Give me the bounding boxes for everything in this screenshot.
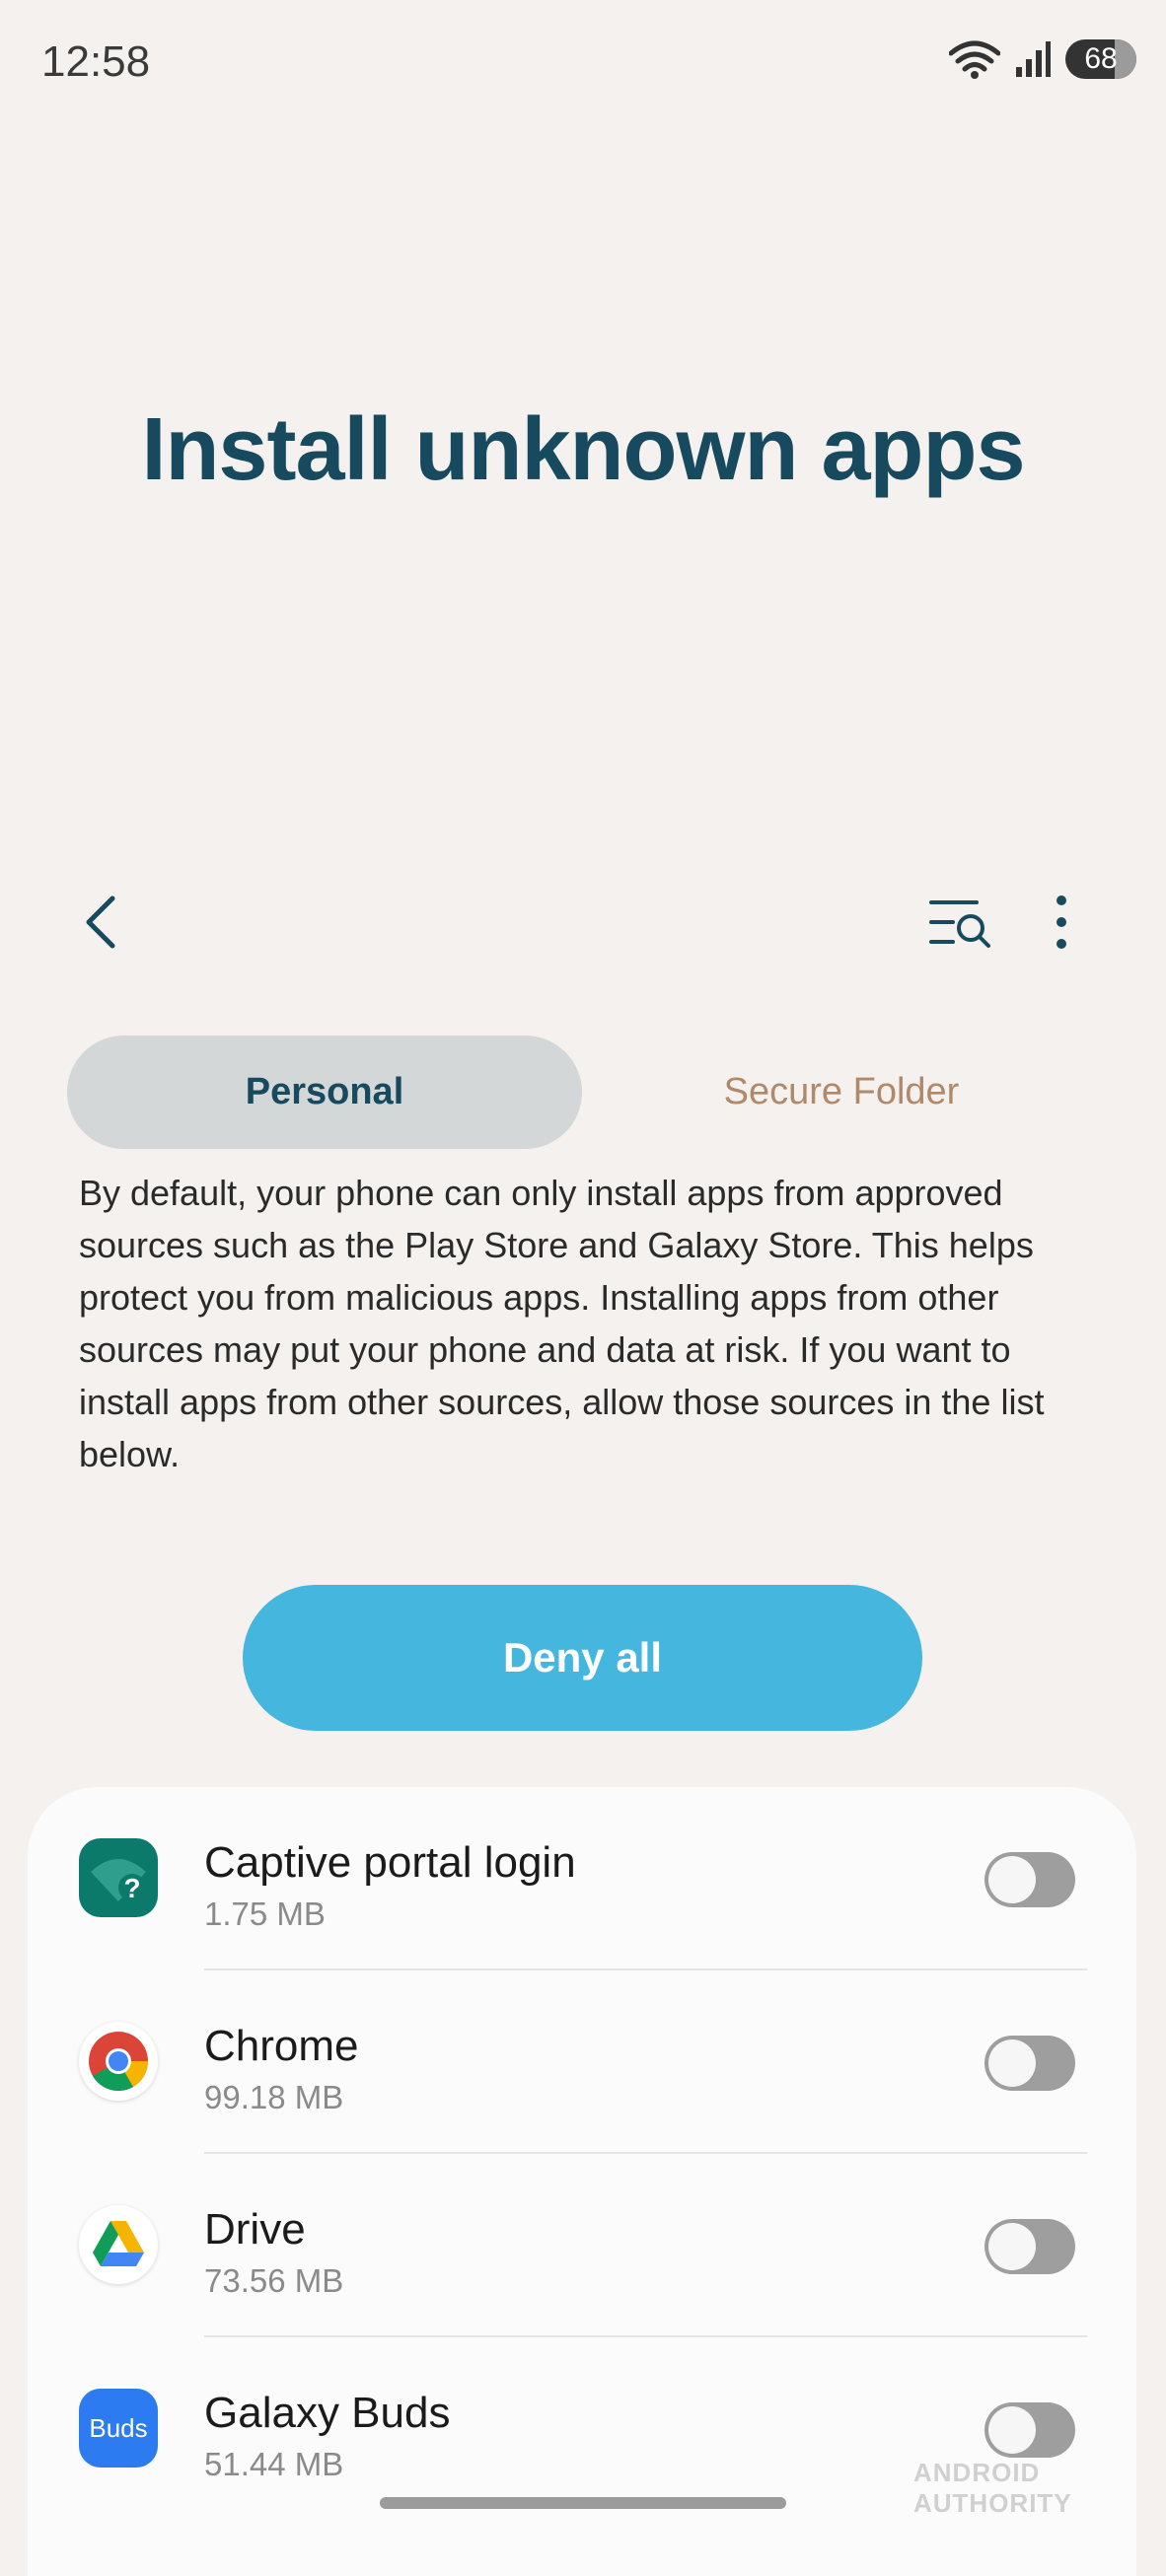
galaxy-buds-icon: Buds [79, 2389, 158, 2468]
app-size: 51.44 MB [204, 2446, 344, 2482]
status-icons: 68 [949, 39, 1136, 79]
profile-tabs: Personal Secure Folder [67, 1036, 1099, 1149]
status-time: 12:58 [41, 37, 151, 86]
app-size: 99.18 MB [204, 2079, 344, 2115]
battery-indicator: 68 [1065, 39, 1136, 79]
deny-all-button[interactable]: Deny all [243, 1585, 922, 1731]
home-indicator[interactable] [380, 2497, 786, 2509]
allow-toggle[interactable] [984, 2036, 1075, 2091]
toggle-knob [988, 2039, 1036, 2087]
tab-personal[interactable]: Personal [67, 1036, 582, 1149]
more-vertical-icon [1057, 895, 1066, 949]
signal-icon [1016, 41, 1051, 77]
app-name: Drive [204, 2205, 306, 2254]
back-button[interactable] [77, 893, 126, 952]
allow-toggle[interactable] [984, 1852, 1075, 1907]
search-list-button[interactable] [927, 896, 992, 952]
description-text: By default, your phone can only install … [79, 1173, 1045, 1474]
chevron-left-icon [86, 895, 115, 949]
captive-portal-icon: ? [79, 1838, 158, 1917]
tab-secure-folder[interactable]: Secure Folder [584, 1036, 1099, 1149]
wifi-icon [949, 40, 1000, 79]
app-name: Captive portal login [204, 1838, 576, 1887]
allow-toggle[interactable] [984, 2219, 1075, 2274]
toggle-knob [988, 1856, 1036, 1903]
svg-text:?: ? [123, 1873, 140, 1903]
watermark: ANDROID AUTHORITY [913, 2458, 1072, 2518]
allow-toggle[interactable] [984, 2402, 1075, 2458]
chrome-icon [79, 2022, 158, 2101]
more-options-button[interactable] [1046, 893, 1077, 952]
list-item[interactable]: ? Captive portal login 1.75 MB [28, 1787, 1136, 1970]
status-bar: 12:58 68 [0, 0, 1166, 128]
list-item[interactable]: Chrome 99.18 MB [28, 1970, 1136, 2154]
app-name: Galaxy Buds [204, 2389, 451, 2437]
toggle-knob [988, 2223, 1036, 2270]
toggle-knob [988, 2406, 1036, 2454]
toolbar [0, 883, 1166, 962]
list-item[interactable]: Drive 73.56 MB [28, 2154, 1136, 2337]
app-name: Chrome [204, 2022, 359, 2070]
page-title: Install unknown apps [141, 400, 1025, 499]
drive-icon [79, 2205, 158, 2284]
app-size: 73.56 MB [204, 2262, 344, 2299]
app-size: 1.75 MB [204, 1896, 326, 1932]
search-list-icon [929, 900, 990, 948]
